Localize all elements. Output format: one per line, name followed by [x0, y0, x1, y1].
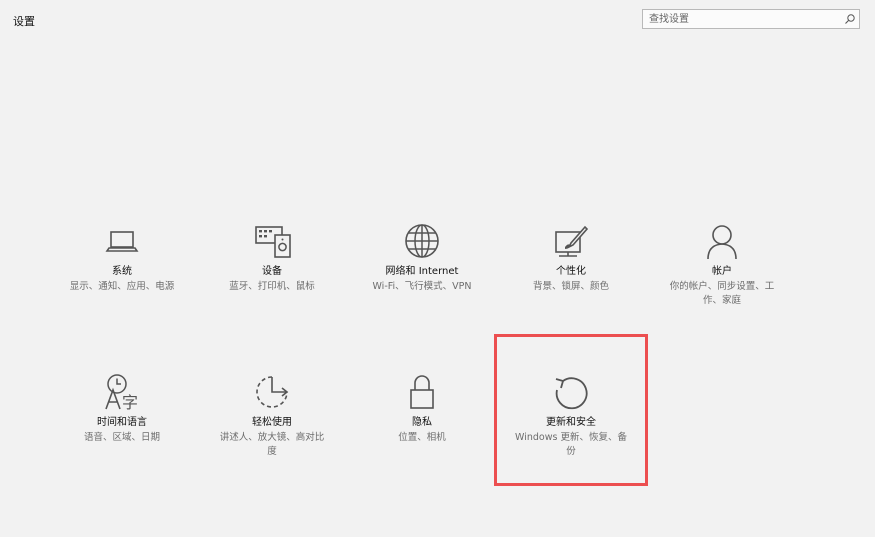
tile-label: 设备 [262, 266, 282, 277]
tile-description: 你的帐户、同步设置、工作、家庭 [669, 281, 775, 306]
tile-label: 帐户 [712, 266, 732, 277]
tile-privacy[interactable]: 隐私 位置、相机 [362, 372, 482, 445]
tile-ease-of-access[interactable]: 轻松使用 讲述人、放大镜、高对比度 [212, 372, 332, 459]
tile-update-security[interactable]: 更新和安全 Windows 更新、恢复、备份 [511, 372, 631, 459]
refresh-icon [555, 377, 588, 410]
svg-text:字: 字 [122, 393, 138, 412]
globe-icon [405, 224, 439, 258]
tile-devices[interactable]: 设备 蓝牙、打印机、鼠标 [212, 221, 332, 294]
tile-description: 位置、相机 [398, 432, 446, 443]
tile-description: 语音、区域、日期 [83, 432, 160, 443]
ease-of-access-icon [256, 376, 289, 408]
tile-description: Wi-Fi、飞行模式、VPN [372, 281, 472, 292]
tile-description: Windows 更新、恢复、备份 [515, 432, 627, 457]
search-box[interactable] [642, 9, 860, 29]
tile-label: 更新和安全 [546, 417, 596, 428]
tile-label: 隐私 [412, 417, 432, 428]
tile-accounts[interactable]: 帐户 你的帐户、同步设置、工作、家庭 [662, 221, 782, 308]
tile-label: 轻松使用 [252, 417, 292, 428]
tile-label: 系统 [112, 266, 132, 277]
laptop-icon [105, 231, 139, 252]
tile-label: 网络和 Internet [385, 266, 459, 277]
tile-system[interactable]: 系统 显示、通知、应用、电源 [62, 221, 182, 294]
tile-network[interactable]: 网络和 Internet Wi-Fi、飞行模式、VPN [362, 221, 482, 294]
tile-time-language[interactable]: 字 时间和语言 语音、区域、日期 [62, 372, 182, 445]
search-input[interactable] [643, 10, 843, 28]
personalization-icon [555, 225, 589, 257]
tile-label: 个性化 [556, 266, 586, 277]
search-icon[interactable] [844, 13, 856, 25]
tile-description: 背景、锁屏、颜色 [532, 281, 609, 292]
person-icon [707, 225, 737, 260]
lock-icon [410, 375, 434, 409]
time-language-icon: 字 [105, 374, 138, 412]
window-title: 设置 [13, 15, 35, 28]
tile-description: 蓝牙、打印机、鼠标 [229, 281, 315, 292]
tile-personalization[interactable]: 个性化 背景、锁屏、颜色 [511, 221, 631, 294]
tile-description: 显示、通知、应用、电源 [69, 281, 175, 292]
tile-label: 时间和语言 [97, 417, 147, 428]
settings-window: 设置 系统 显示、通知、应用、电源 设备 蓝牙、打印机、鼠标 [0, 0, 875, 537]
devices-icon [255, 226, 291, 258]
tile-description: 讲述人、放大镜、高对比度 [219, 432, 325, 457]
